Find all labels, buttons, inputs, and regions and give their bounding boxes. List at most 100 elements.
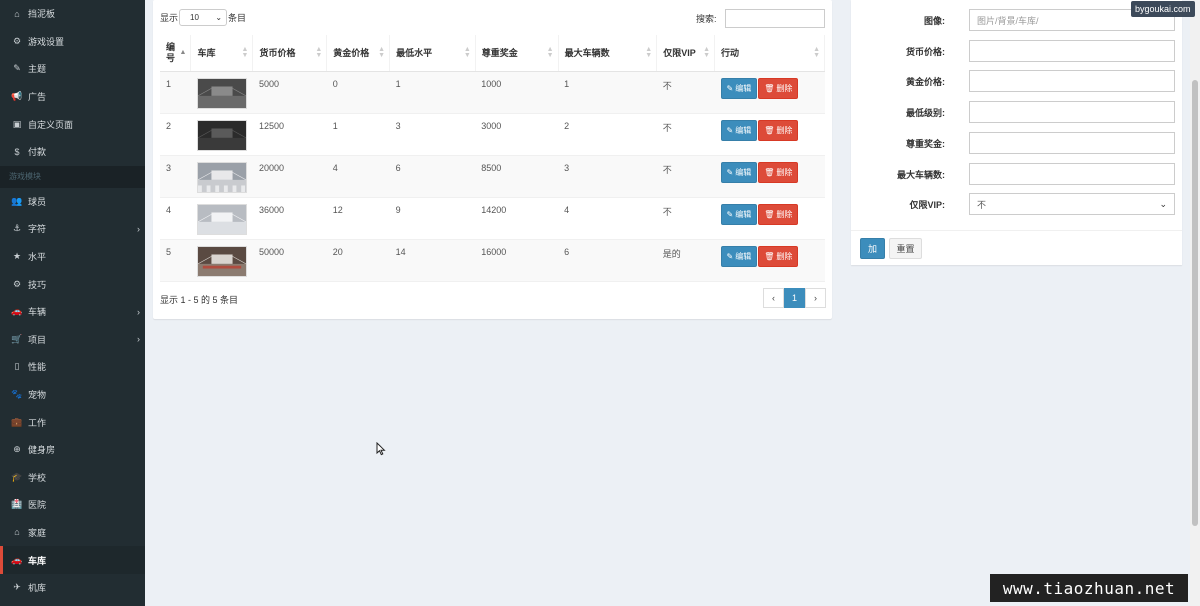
sort-icon: ▲ ▼ xyxy=(645,45,653,59)
add-button[interactable]: 加 xyxy=(860,238,885,259)
respect-bonus-label: 尊重奖金: xyxy=(906,138,945,149)
column-header-vip-only[interactable]: 仅限VIP ▲ ▼ xyxy=(656,35,716,72)
column-header-id[interactable]: 编号 ▲ xyxy=(160,35,192,72)
plane-icon: ✈ xyxy=(13,582,21,593)
cell-respect-bonus: 16000 xyxy=(475,239,559,282)
sidebar-item[interactable]: ⚙ 游戏设置 xyxy=(0,28,145,56)
edit-button-label: 编辑 xyxy=(735,209,752,219)
sidebar-item[interactable]: ★ 水平 xyxy=(0,243,145,271)
edit-button[interactable]: ✎ 编辑 xyxy=(720,119,758,141)
vip-only-select[interactable]: 不 ⌄ xyxy=(969,193,1175,215)
chevron-right-icon: › xyxy=(137,334,140,345)
delete-button[interactable]: 🗑 删除 xyxy=(758,203,799,225)
edit-icon: ✎ xyxy=(726,167,734,177)
sidebar-item[interactable]: ⌂ 家庭 xyxy=(0,519,145,547)
sidebar-item[interactable]: 🚗 车库 xyxy=(0,546,145,574)
window-icon: ▣ xyxy=(12,118,22,129)
column-header-label: 最大车辆数 xyxy=(564,48,610,59)
min-level-label: 最低级别: xyxy=(906,107,945,118)
scrollbar-thumb[interactable] xyxy=(1192,80,1198,526)
respect-bonus-input[interactable] xyxy=(969,132,1175,154)
sidebar-item-label: 车库 xyxy=(28,555,47,566)
cell-respect-bonus: 3000 xyxy=(475,113,559,156)
money-price-input[interactable] xyxy=(969,40,1175,62)
delete-button[interactable]: 🗑 删除 xyxy=(758,119,799,141)
sidebar-item[interactable]: 🛒 项目 › xyxy=(0,326,145,354)
cell-id: 1 xyxy=(160,71,191,114)
edit-button[interactable]: ✎ 编辑 xyxy=(720,161,758,183)
pagination-prev[interactable]: ‹ xyxy=(763,288,784,308)
sort-icon: ▲ ▼ xyxy=(703,45,711,59)
cell-money-price: 12500 xyxy=(252,113,327,156)
image-placeholder: 图片/背景/车库/ xyxy=(977,15,1039,26)
column-header-gold-price[interactable]: 黄金价格 ▲ ▼ xyxy=(326,35,391,72)
sidebar-item[interactable]: 🐾 宠物 xyxy=(0,381,145,409)
cell-actions: ✎ 编辑 🗑 删除 xyxy=(714,239,825,282)
sidebar-item[interactable]: ✈ 机库 xyxy=(0,574,145,602)
column-header-label: 货币价格 xyxy=(259,48,296,59)
cell-id: 5 xyxy=(160,239,191,282)
search-label: 搜索: xyxy=(696,14,717,24)
column-header-actions[interactable]: 行动 ▲ ▼ xyxy=(714,35,825,72)
gear-icon: ⚙ xyxy=(12,278,22,289)
sidebar-item[interactable]: ⊕ 健身房 xyxy=(0,436,145,464)
sidebar-item[interactable]: 💼 工作 xyxy=(0,408,145,436)
delete-button[interactable]: 🗑 删除 xyxy=(758,245,799,267)
sidebar-item[interactable]: ⌂ 挡泥板 xyxy=(0,0,145,28)
column-header-money-price[interactable]: 货币价格 ▲ ▼ xyxy=(252,35,328,72)
sidebar-item[interactable]: 👥 球员 xyxy=(0,188,145,216)
gold-price-input[interactable] xyxy=(969,70,1175,92)
sidebar-item[interactable]: 📢 广告 xyxy=(0,83,145,111)
trash-icon: 🗑 xyxy=(764,167,775,177)
show-label: 显示 xyxy=(160,13,179,23)
table-row: 5 50000 20 14 16000 6 是的 ✎ 编辑 🗑 删除 xyxy=(160,239,825,282)
edit-button[interactable]: ✎ 编辑 xyxy=(720,203,758,225)
edit-button[interactable]: ✎ 编辑 xyxy=(720,77,758,99)
page-scrollbar[interactable] xyxy=(1190,0,1200,606)
column-header-min-level[interactable]: 最低水平 ▲ ▼ xyxy=(389,35,476,72)
house-icon: ⌂ xyxy=(14,527,20,538)
sidebar-item-label: 水平 xyxy=(28,252,47,263)
sidebar-item[interactable]: 🎓 学校 xyxy=(0,464,145,492)
delete-button-label: 删除 xyxy=(776,125,793,135)
cell-money-price: 5000 xyxy=(252,71,327,114)
delete-button[interactable]: 🗑 删除 xyxy=(758,161,799,183)
page-length-select[interactable]: 10 ⌄ xyxy=(179,9,228,26)
pagination-page-1[interactable]: 1 xyxy=(784,288,805,308)
table-row: 1 5000 0 1 1000 1 不 ✎ 编辑 🗑 删除 xyxy=(160,71,825,114)
bullhorn-icon: 📢 xyxy=(11,91,23,102)
garage-thumbnail xyxy=(196,77,247,109)
sidebar-item[interactable]: $ 付款 xyxy=(0,138,145,166)
cell-max-cars: 3 xyxy=(558,155,657,198)
sidebar-item[interactable]: 🏥 医院 xyxy=(0,491,145,519)
edit-button[interactable]: ✎ 编辑 xyxy=(720,245,758,267)
edit-button-label: 编辑 xyxy=(735,125,752,135)
delete-button[interactable]: 🗑 删除 xyxy=(758,77,799,99)
sidebar-item[interactable]: 🚗 车辆 › xyxy=(0,298,145,326)
pagination-next[interactable]: › xyxy=(805,288,826,308)
search-input[interactable] xyxy=(724,9,825,28)
mobile-icon: ▯ xyxy=(14,361,20,372)
table-row: 3 20000 4 6 8500 3 不 ✎ 编辑 🗑 删除 xyxy=(160,155,825,198)
sidebar-item[interactable]: ▣ 自定义页面 xyxy=(0,110,145,138)
sidebar-item[interactable]: ✎ 主题 xyxy=(0,55,145,83)
sidebar-item[interactable]: ⚓ 字符 › xyxy=(0,215,145,243)
max-cars-input[interactable] xyxy=(969,163,1175,185)
edit-icon: ✎ xyxy=(726,209,734,219)
cell-id: 2 xyxy=(160,113,191,156)
garage-thumbnail xyxy=(196,161,247,193)
cell-gold-price: 4 xyxy=(326,155,390,198)
column-header-respect-bonus[interactable]: 尊重奖金 ▲ ▼ xyxy=(475,35,559,72)
column-header-garage[interactable]: 车库 ▲ ▼ xyxy=(190,35,254,72)
briefcase-icon: 💼 xyxy=(11,416,23,427)
column-header-max-cars[interactable]: 最大车辆数 ▲ ▼ xyxy=(558,35,658,72)
chevron-right-icon: › xyxy=(137,306,140,317)
table-row: 4 36000 12 9 14200 4 不 ✎ 编辑 🗑 删除 xyxy=(160,197,825,240)
form-row-max-cars: 最大车辆数: xyxy=(851,163,1182,185)
min-level-input[interactable] xyxy=(969,101,1175,123)
sidebar-item[interactable]: ▯ 性能 xyxy=(0,353,145,381)
cell-garage-image xyxy=(190,113,253,156)
sidebar-item[interactable]: ⚙ 技巧 xyxy=(0,270,145,298)
sidebar-item-label: 球员 xyxy=(28,196,47,207)
reset-button[interactable]: 重置 xyxy=(889,238,922,259)
